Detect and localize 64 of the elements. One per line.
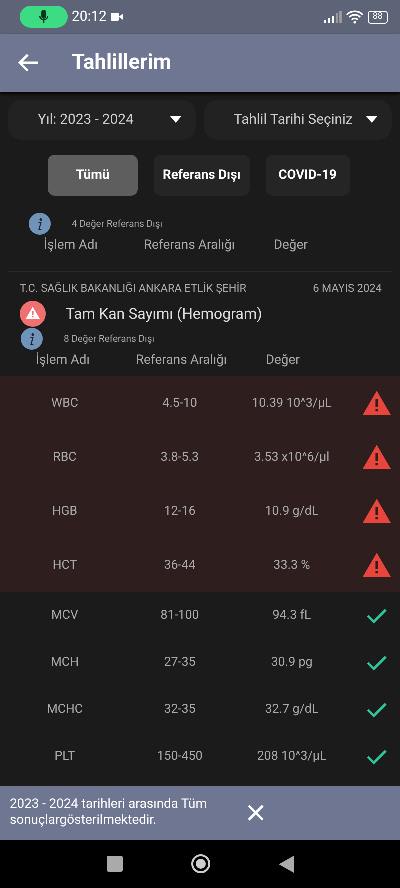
out-of-range-count: 4 Değer Referans Dışı [72, 218, 163, 230]
microphone-indicator [20, 6, 68, 28]
reference-range: 27-35 [163, 655, 197, 670]
dropdown[interactable]: Tahlil Tarihi Seçiniz [204, 100, 392, 140]
home-icon[interactable] [190, 854, 210, 874]
test-value: 94.3 fL [272, 608, 312, 623]
filter-tab[interactable]: COVID-19 [266, 155, 350, 196]
reference-range: 3.8-5.3 [160, 450, 200, 464]
column-header: Referans Aralığı [136, 353, 228, 368]
warning-icon [362, 390, 392, 416]
check-icon [367, 748, 387, 764]
check-icon [367, 608, 387, 624]
column-header: Referans Aralığı [144, 238, 236, 253]
column-header: İşlem Adı [44, 238, 99, 253]
test-name: MCHC [46, 702, 84, 717]
column-header: Değer [274, 238, 310, 253]
out-of-range-count: 8 Değer Referans Dışı [64, 334, 155, 344]
test-value: 30.9 pg [270, 655, 314, 670]
test-value: 33.3 % [272, 558, 312, 572]
reference-range: 32-35 [163, 702, 197, 717]
test-value: 32.7 g/dL [264, 702, 320, 717]
test-value: 3.53 x10^6/µl [253, 450, 331, 464]
status-time: 20:12 [72, 9, 107, 25]
reference-range: 4.5-10 [162, 396, 198, 410]
reference-range: 12-16 [163, 504, 197, 518]
test-value: 10.39 10^3/µL [251, 396, 333, 410]
test-name: MCH [50, 655, 80, 670]
page-title: Tahlillerim [72, 51, 172, 75]
reference-range: 36-44 [163, 558, 197, 572]
reference-range: 150-450 [156, 749, 204, 764]
test-name: RBC [52, 450, 78, 464]
back-icon[interactable] [278, 856, 294, 872]
caret-icon [366, 116, 378, 124]
reference-range: 81-100 [160, 608, 200, 623]
dropdown[interactable]: Yıl: 2023 - 2024 [8, 100, 196, 140]
back-arrow-icon[interactable] [18, 52, 40, 74]
test-name: HCT [52, 558, 78, 572]
test-name: WBC [50, 396, 80, 410]
test-value: 10.9 g/dL [264, 504, 320, 518]
institution-name: T.C. SAĞLIK BAKANLIĞI ANKARA ETLİK ŞEHİR [20, 282, 247, 295]
test-value: 208 10^3/µL [256, 749, 328, 764]
warning-icon [362, 552, 392, 578]
camera-icon [110, 13, 123, 21]
filter-tab[interactable]: Tümü [48, 155, 138, 196]
column-header: İşlem Adı [36, 353, 91, 368]
test-name: MCV [50, 608, 80, 623]
info-icon[interactable] [28, 212, 52, 236]
warning-icon [362, 444, 392, 470]
recents-icon[interactable] [106, 856, 122, 872]
signal-icon [324, 11, 342, 23]
check-icon [367, 702, 387, 718]
info-icon[interactable] [20, 327, 44, 351]
test-name: PLT [54, 749, 76, 764]
filter-tab[interactable]: Referans Dışı [154, 155, 250, 196]
warning-icon [362, 498, 392, 524]
column-header: Değer [266, 353, 302, 368]
caret-icon [170, 116, 182, 124]
check-icon [367, 654, 387, 670]
test-title: Tam Kan Sayımı (Hemogram) [66, 305, 262, 323]
wifi-icon [346, 10, 364, 24]
test-date: 6 MAYIS 2024 [313, 282, 382, 295]
battery-indicator: 88 [368, 10, 388, 24]
snackbar-message: 2023 - 2024 tarihleri arasında Tüm sonuçlargösterilmektedir. [10, 797, 208, 829]
test-name: HGB [51, 504, 79, 518]
